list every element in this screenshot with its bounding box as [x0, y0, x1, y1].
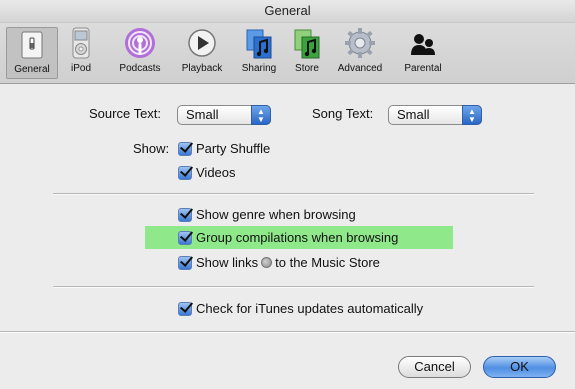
song-text-popup[interactable]: Small ▲ ▼	[388, 105, 482, 125]
divider	[53, 286, 534, 288]
song-text-value: Small	[397, 107, 430, 122]
tab-general[interactable]: General	[6, 27, 58, 79]
check-updates-checkbox[interactable]: Check for iTunes updates automatically	[178, 301, 423, 317]
tab-advanced-label: Advanced	[337, 63, 383, 74]
popup-arrows-icon: ▲ ▼	[462, 105, 482, 125]
tab-general-label: General	[14, 64, 50, 75]
tab-sharing[interactable]: Sharing	[235, 27, 283, 79]
link-arrow-icon	[261, 257, 273, 268]
show-label: Show:	[133, 141, 170, 156]
song-text-label: Song Text:	[312, 106, 374, 121]
sharing-music-icon	[241, 27, 277, 61]
divider	[53, 193, 534, 195]
show-genre-checkbox[interactable]: Show genre when browsing	[178, 207, 356, 223]
tab-parental[interactable]: Parental	[398, 27, 448, 79]
show-links-checkbox[interactable]: Show links to the Music Store	[178, 255, 380, 271]
show-genre-label: Show genre when browsing	[196, 207, 356, 222]
tab-ipod-label: iPod	[70, 63, 91, 74]
popup-arrows-icon: ▲ ▼	[251, 105, 271, 125]
tab-parental-label: Parental	[404, 63, 442, 74]
store-music-icon	[289, 27, 325, 61]
tab-store-label: Store	[295, 63, 319, 74]
show-links-label-start: Show links	[196, 255, 259, 270]
party-shuffle-label: Party Shuffle	[196, 141, 271, 156]
checkbox-checked-icon	[178, 208, 192, 222]
tab-sharing-label: Sharing	[241, 63, 277, 74]
checkbox-checked-icon	[178, 231, 192, 245]
play-icon	[184, 27, 220, 61]
ok-button[interactable]: OK	[483, 356, 556, 378]
ipod-icon	[63, 27, 99, 61]
tab-ipod[interactable]: iPod	[63, 27, 99, 79]
tab-podcasts[interactable]: Podcasts	[112, 27, 168, 79]
checkbox-checked-icon	[178, 166, 192, 180]
general-pane: Source Text: Small ▲ ▼ Song Text: Small ▲…	[0, 83, 575, 389]
check-updates-label: Check for iTunes updates automatically	[196, 301, 424, 316]
party-shuffle-checkbox[interactable]: Party Shuffle	[178, 141, 270, 157]
checkbox-checked-icon	[178, 256, 192, 270]
gear-icon	[342, 27, 378, 61]
tab-playback[interactable]: Playback	[176, 27, 228, 79]
group-compilations-label: Group compilations when browsing	[196, 230, 399, 245]
tab-advanced[interactable]: Advanced	[331, 27, 389, 79]
source-text-label: Source Text:	[89, 106, 162, 121]
tab-podcasts-label: Podcasts	[119, 63, 161, 74]
checkbox-checked-icon	[178, 302, 192, 316]
preferences-toolbar: General iPod Podcasts Playback Sharing S…	[0, 23, 575, 84]
podcast-icon	[122, 27, 158, 61]
videos-label: Videos	[196, 165, 236, 180]
videos-checkbox[interactable]: Videos	[178, 165, 236, 181]
cancel-button[interactable]: Cancel	[398, 356, 471, 378]
preferences-window: General General iPod Podcasts Playback S…	[0, 0, 575, 389]
source-text-popup[interactable]: Small ▲ ▼	[177, 105, 271, 125]
show-links-label-end: to the Music Store	[275, 255, 380, 270]
footer-divider	[0, 331, 575, 333]
checkbox-checked-icon	[178, 142, 192, 156]
parental-people-icon	[405, 27, 441, 61]
group-compilations-checkbox[interactable]: Group compilations when browsing	[178, 230, 398, 246]
tab-store[interactable]: Store	[288, 27, 326, 79]
general-switch-icon	[14, 28, 50, 62]
tab-playback-label: Playback	[181, 63, 223, 74]
source-text-value: Small	[186, 107, 219, 122]
window-title: General	[0, 0, 575, 23]
